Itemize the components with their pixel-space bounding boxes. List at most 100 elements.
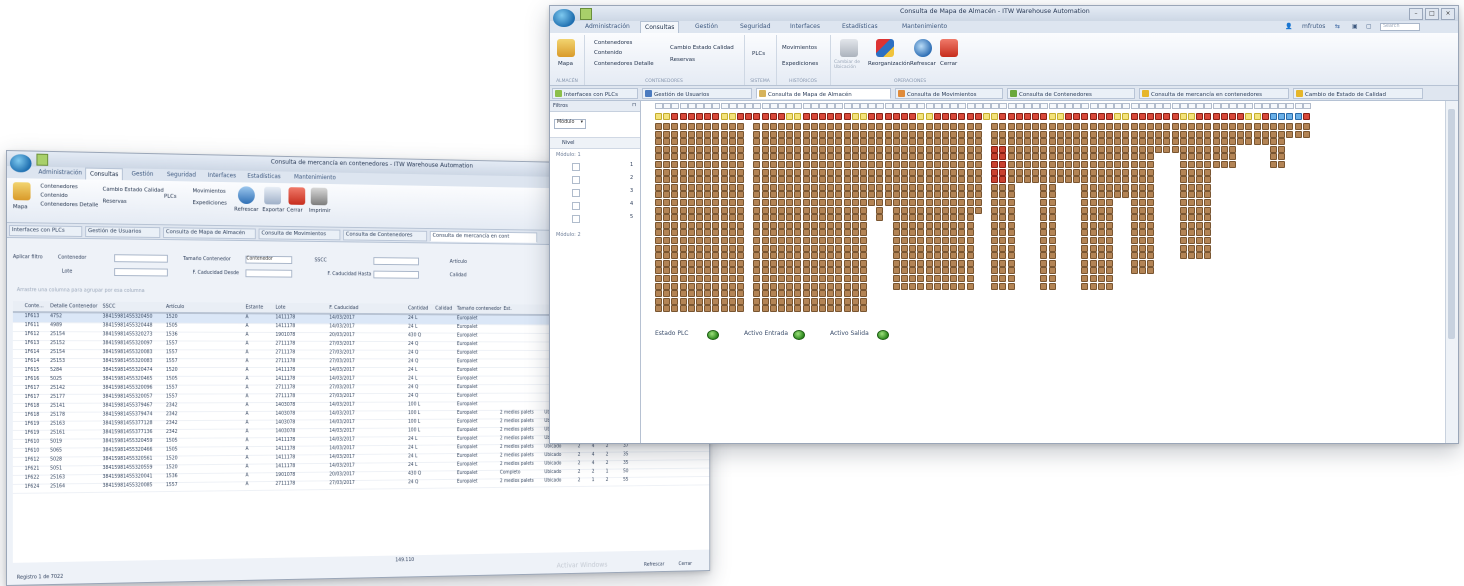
storage-position[interactable] xyxy=(925,275,933,282)
storage-position[interactable] xyxy=(737,229,744,237)
storage-position[interactable] xyxy=(737,267,744,275)
storage-position[interactable] xyxy=(1147,237,1154,244)
storage-position[interactable] xyxy=(1122,191,1130,199)
storage-position[interactable] xyxy=(925,244,933,252)
storage-position[interactable] xyxy=(1245,130,1253,138)
storage-position[interactable] xyxy=(851,183,859,191)
storage-position[interactable] xyxy=(819,161,826,168)
storage-position[interactable] xyxy=(663,237,671,244)
storage-position[interactable] xyxy=(1089,138,1097,146)
storage-position[interactable] xyxy=(1220,130,1228,138)
contenido-button[interactable]: Contenido xyxy=(40,193,67,199)
storage-position[interactable] xyxy=(1147,168,1154,176)
storage-position[interactable] xyxy=(835,168,843,176)
storage-position[interactable] xyxy=(1089,259,1097,267)
position-marker[interactable] xyxy=(794,113,802,120)
storage-position[interactable] xyxy=(1122,168,1130,176)
position-marker[interactable] xyxy=(1171,113,1179,120)
storage-position[interactable] xyxy=(827,282,835,290)
storage-position[interactable] xyxy=(663,282,671,290)
storage-position[interactable] xyxy=(1163,123,1171,130)
storage-position[interactable] xyxy=(835,221,843,229)
modulo-select[interactable]: Módulo ▾ xyxy=(554,119,586,129)
storage-position[interactable] xyxy=(1196,138,1204,146)
storage-position[interactable] xyxy=(835,130,843,138)
storage-position[interactable] xyxy=(802,244,810,252)
storage-position[interactable] xyxy=(728,282,736,290)
tab-gestion[interactable]: Gestión xyxy=(131,170,153,177)
storage-position[interactable] xyxy=(1229,130,1236,138)
storage-position[interactable] xyxy=(1048,176,1056,184)
storage-position[interactable] xyxy=(860,214,867,222)
storage-position[interactable] xyxy=(671,168,679,176)
storage-position[interactable] xyxy=(1278,145,1286,153)
storage-position[interactable] xyxy=(1081,176,1089,184)
storage-position[interactable] xyxy=(1089,153,1097,161)
storage-position[interactable] xyxy=(892,221,900,229)
storage-position[interactable] xyxy=(884,183,892,191)
storage-position[interactable] xyxy=(1196,206,1204,214)
storage-position[interactable] xyxy=(1196,237,1204,244)
storage-position[interactable] xyxy=(728,191,736,199)
storage-position[interactable] xyxy=(1007,199,1015,206)
storage-position[interactable] xyxy=(769,206,777,214)
storage-position[interactable] xyxy=(786,138,794,146)
storage-position[interactable] xyxy=(860,199,867,206)
position-marker[interactable] xyxy=(1032,113,1040,120)
storage-position[interactable] xyxy=(901,183,908,191)
column-header[interactable]: Detalle Contenedor xyxy=(50,303,97,309)
storage-position[interactable] xyxy=(778,252,785,260)
storage-position[interactable] xyxy=(827,123,835,130)
storage-position[interactable] xyxy=(827,183,835,191)
storage-position[interactable] xyxy=(655,290,662,298)
storage-position[interactable] xyxy=(819,290,826,298)
storage-position[interactable] xyxy=(663,252,671,260)
storage-position[interactable] xyxy=(671,282,679,290)
storage-position[interactable] xyxy=(786,237,794,244)
storage-position[interactable] xyxy=(851,252,859,260)
storage-position[interactable] xyxy=(1114,145,1122,153)
storage-position[interactable] xyxy=(950,145,958,153)
storage-position[interactable] xyxy=(966,259,974,267)
storage-position[interactable] xyxy=(950,221,958,229)
mapa-button[interactable]: Mapa xyxy=(558,61,573,67)
storage-position[interactable] xyxy=(810,267,818,275)
storage-position[interactable] xyxy=(728,206,736,214)
storage-position[interactable] xyxy=(819,297,826,305)
position-marker[interactable] xyxy=(950,113,958,120)
storage-position[interactable] xyxy=(704,206,712,214)
storage-position[interactable] xyxy=(761,237,769,244)
storage-position[interactable] xyxy=(1097,138,1105,146)
storage-position[interactable] xyxy=(835,275,843,282)
storage-position[interactable] xyxy=(696,191,703,199)
storage-position[interactable] xyxy=(868,191,876,199)
storage-position[interactable] xyxy=(1278,161,1286,168)
storage-position[interactable] xyxy=(950,130,958,138)
storage-position[interactable] xyxy=(761,267,769,275)
storage-position[interactable] xyxy=(827,229,835,237)
storage-position[interactable] xyxy=(991,176,999,184)
storage-position[interactable] xyxy=(802,229,810,237)
storage-position[interactable] xyxy=(737,206,744,214)
storage-position[interactable] xyxy=(851,297,859,305)
tab-estadisticas[interactable]: Estadísticas xyxy=(247,173,280,180)
storage-position[interactable] xyxy=(663,176,671,184)
footer-cerrar-button[interactable]: Cerrar xyxy=(678,561,691,567)
storage-position[interactable] xyxy=(1114,176,1122,184)
storage-position[interactable] xyxy=(950,252,958,260)
storage-position[interactable] xyxy=(1114,138,1122,146)
storage-position[interactable] xyxy=(761,290,769,298)
storage-position[interactable] xyxy=(1040,275,1048,282)
storage-position[interactable] xyxy=(843,206,851,214)
storage-position[interactable] xyxy=(786,176,794,184)
storage-position[interactable] xyxy=(786,153,794,161)
storage-position[interactable] xyxy=(810,297,818,305)
storage-position[interactable] xyxy=(778,282,785,290)
storage-position[interactable] xyxy=(753,123,761,130)
storage-position[interactable] xyxy=(737,161,744,168)
storage-position[interactable] xyxy=(712,259,720,267)
position-marker[interactable] xyxy=(1220,113,1228,120)
window-icon[interactable]: ▢ xyxy=(1366,23,1372,30)
storage-position[interactable] xyxy=(1212,138,1220,146)
storage-position[interactable] xyxy=(1196,176,1204,184)
